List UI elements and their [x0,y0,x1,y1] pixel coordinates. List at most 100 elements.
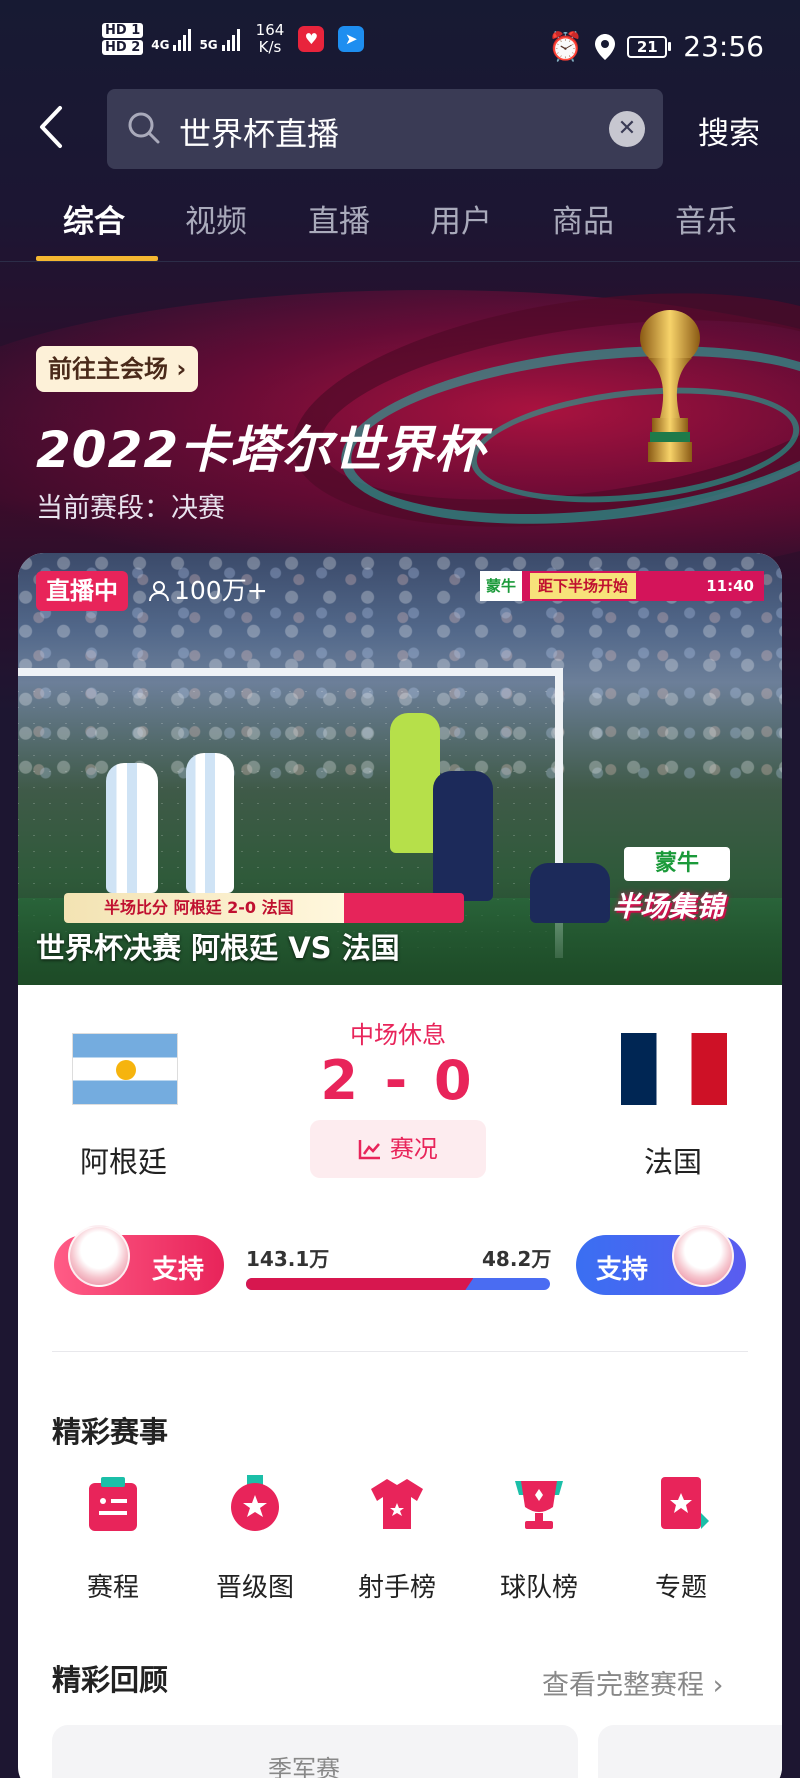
user-icon [149,581,169,602]
location-icon [595,33,616,60]
battery-icon: 21 [627,35,672,58]
support-home-label: 支持 [152,1255,205,1285]
quick-scorers-label: 射手榜 [357,1573,436,1603]
recap-section-title: 精彩回顾 [52,1663,169,1697]
cheer-avatar-icon [672,1225,734,1287]
quick-scorers[interactable]: 射手榜 [342,1473,452,1604]
viewer-count: 100万+ [148,571,268,611]
status-bar: HD 1 HD 2 4G 5G 164 K/s ♥ ➤ ⏰ 21 23:56 [0,0,800,90]
app-root: HD 1 HD 2 4G 5G 164 K/s ♥ ➤ ⏰ 21 23:56 世… [0,0,800,1778]
player-figure [433,771,493,901]
search-button[interactable]: 搜索 [698,108,760,153]
search-icon [128,112,160,144]
alarm-icon: ⏰ [548,30,584,63]
match-score: 2 - 0 [320,1049,476,1112]
world-cup-trophy-icon [640,310,700,462]
highlights-section-title: 精彩赛事 [52,1415,169,1449]
halftime-highlights-label: 半场集锦 [612,890,725,923]
schedule-icon [89,1477,137,1531]
france-flag-icon [621,1033,727,1105]
hd2-label: HD 2 [102,40,144,55]
event-title: 2022卡塔尔世界杯 [36,421,486,479]
message-app-icon: ➤ [338,26,365,52]
hd1-label: HD 1 [102,23,144,38]
quick-topics-label: 专题 [654,1573,707,1603]
notification-app-icon: ♥ [298,26,325,52]
viewer-count-value: 100万+ [174,576,268,605]
search-input[interactable]: 世界杯直播 ✕ [107,89,663,169]
quick-schedule-label: 赛程 [86,1573,139,1603]
highlight-sponsor-logo: 蒙牛 [624,847,730,881]
signal-4g: 4G [151,27,192,52]
support-ratio-bar [246,1278,550,1290]
quick-bracket[interactable]: 晋级图 [200,1473,310,1604]
net-speed: 164 K/s [256,22,285,56]
section-divider [52,1351,748,1352]
tab-bar: 综合 视频 直播 用户 商品 音乐 [0,196,800,262]
goto-main-venue-button[interactable]: 前往主会场 › [36,346,199,392]
status-right: ⏰ 21 23:56 [548,30,764,63]
back-arrow-icon[interactable] [36,104,66,150]
match-stats-button[interactable]: 赛况 [310,1120,486,1178]
live-video-title: 世界杯决赛 阿根廷 VS 法国 [36,931,400,965]
cheer-avatar-icon [68,1225,130,1287]
countdown-label: 距下半场开始 [530,573,637,599]
match-status: 中场休息 [350,1021,446,1049]
tab-active-indicator [36,256,158,261]
net1-label: 4G [151,38,170,52]
view-full-schedule-link[interactable]: 查看完整赛程 › [542,1663,723,1702]
tab-music[interactable]: 音乐 [675,196,737,241]
tab-live[interactable]: 直播 [308,196,370,241]
player-figure [530,863,610,923]
trophy-icon [515,1481,563,1529]
sponsor-brand: 蒙牛 [480,571,523,601]
status-left: HD 1 HD 2 4G 5G 164 K/s ♥ ➤ [102,22,365,56]
away-votes: 48.2万 [482,1247,552,1271]
sponsor-countdown-banner: 蒙牛 距下半场开始 11:40 [480,571,764,601]
support-away-label: 支持 [596,1255,649,1285]
net2-label: 5G [199,38,218,52]
battery-level: 21 [627,35,668,58]
recap-card[interactable] [598,1725,782,1778]
signal-5g: 5G [199,27,240,52]
chevron-right-icon: › [168,355,187,383]
view-full-schedule-label: 查看完整赛程 [542,1670,704,1701]
speed-value: 164 [255,21,285,39]
support-away-button[interactable]: 支持 [576,1225,746,1295]
countdown-time: 11:40 [706,577,754,595]
halftime-score-ribbon: 半场比分 阿根廷 2-0 法国 [64,893,464,923]
home-votes: 143.1万 [246,1247,330,1271]
tab-users[interactable]: 用户 [430,196,492,241]
match-stats-label: 赛况 [389,1135,438,1163]
topic-card-icon [661,1477,709,1529]
support-home-button[interactable]: 支持 [54,1225,224,1295]
player-figure [186,753,234,893]
quick-team-rank-label: 球队榜 [499,1573,578,1603]
tab-products[interactable]: 商品 [552,196,614,241]
tab-video[interactable]: 视频 [185,196,247,241]
goto-label: 前往主会场 [48,355,168,383]
argentina-flag-icon [72,1033,178,1105]
support-ratio-home-fill [246,1278,473,1290]
line-chart-icon [358,1140,381,1160]
live-badge: 直播中 [36,571,128,611]
quick-team-rank[interactable]: 球队榜 [484,1473,594,1604]
quick-schedule[interactable]: 赛程 [58,1473,168,1604]
quick-topics[interactable]: 专题 [626,1473,736,1604]
quick-bracket-label: 晋级图 [215,1573,294,1603]
jersey-icon [371,1479,423,1529]
tab-comprehensive[interactable]: 综合 [63,196,125,241]
current-stage: 当前赛段：决赛 [36,493,225,524]
signal-bars-icon [221,27,240,51]
live-match-card: 直播中 100万+ 蒙牛 距下半场开始 11:40 半场比分 阿根廷 2-0 法… [18,553,782,1778]
medal-icon [231,1475,279,1531]
search-query: 世界杯直播 [179,115,340,153]
signal-bars-icon [173,27,192,51]
hd-indicators: HD 1 HD 2 [102,23,144,55]
away-team-name[interactable]: 法国 [644,1139,702,1181]
clock: 23:56 [683,30,764,63]
live-video[interactable]: 直播中 100万+ 蒙牛 距下半场开始 11:40 半场比分 阿根廷 2-0 法… [18,553,782,985]
clear-icon[interactable]: ✕ [609,111,645,147]
chevron-right-icon: › [704,1670,724,1701]
home-team-name[interactable]: 阿根廷 [80,1139,167,1181]
